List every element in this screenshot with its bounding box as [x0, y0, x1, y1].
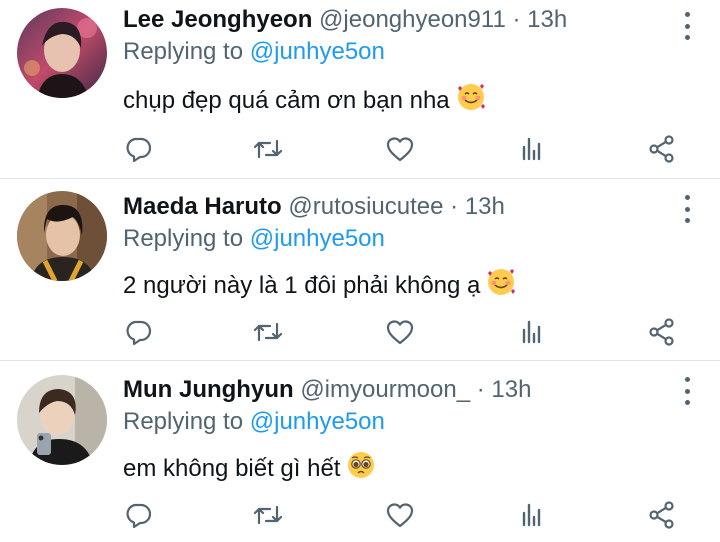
- mention-link[interactable]: @junhye5on: [250, 408, 385, 435]
- more-vertical-icon[interactable]: [682, 12, 692, 40]
- reply-text-content: 2 người này là 1 đôi phải không ạ: [123, 271, 481, 299]
- timestamp[interactable]: 13h: [527, 6, 567, 33]
- reply-item[interactable]: Maeda Haruto @rutosiucutee · 13h Replyin…: [0, 179, 720, 360]
- reply-item[interactable]: Lee Jeonghyeon @jeonghyeon911 · 13h Repl…: [0, 0, 720, 178]
- reply-text-content: chụp đẹp quá cảm ơn bạn nha: [123, 86, 450, 114]
- reply-text: chụp đẹp quá cảm ơn bạn nha: [123, 82, 680, 121]
- smiling-face-with-hearts-icon: [456, 82, 486, 121]
- separator-dot: ·: [450, 193, 459, 220]
- avatar[interactable]: [17, 8, 107, 98]
- mention-link[interactable]: @junhye5on: [250, 38, 385, 65]
- share-icon[interactable]: [646, 133, 678, 165]
- reply-text: 2 người này là 1 đôi phải không ạ: [123, 267, 680, 306]
- reply-icon[interactable]: [122, 133, 154, 165]
- separator-dot: ·: [476, 376, 485, 403]
- author-handle[interactable]: @rutosiucutee: [288, 193, 443, 220]
- author-name[interactable]: Lee Jeonghyeon: [123, 6, 312, 33]
- action-bar: [0, 133, 720, 165]
- smiling-face-with-hearts-icon: [486, 267, 516, 306]
- timestamp[interactable]: 13h: [491, 376, 531, 403]
- reply-item[interactable]: Mun Junghyun @imyourmoon_ · 13h Replying…: [0, 361, 720, 542]
- replying-to-line: Replying to @junhye5on: [123, 406, 680, 438]
- replying-to-line: Replying to @junhye5on: [123, 36, 680, 68]
- heart-icon[interactable]: [384, 133, 416, 165]
- author-name[interactable]: Mun Junghyun: [123, 376, 294, 403]
- replying-to-line: Replying to @junhye5on: [123, 223, 680, 255]
- more-vertical-icon[interactable]: [682, 195, 692, 223]
- replying-prefix: Replying to: [123, 225, 244, 252]
- share-icon[interactable]: [646, 499, 678, 531]
- analytics-icon[interactable]: [516, 133, 548, 165]
- author-name[interactable]: Maeda Haruto: [123, 193, 282, 220]
- avatar[interactable]: [17, 191, 107, 281]
- retweet-icon[interactable]: [252, 316, 284, 348]
- share-icon[interactable]: [646, 316, 678, 348]
- reply-icon[interactable]: [122, 316, 154, 348]
- author-handle[interactable]: @jeonghyeon911: [319, 6, 506, 33]
- reply-text: em không biết gì hết: [123, 450, 680, 489]
- replying-prefix: Replying to: [123, 38, 244, 65]
- reply-icon[interactable]: [122, 499, 154, 531]
- timestamp[interactable]: 13h: [465, 193, 505, 220]
- analytics-icon[interactable]: [516, 316, 548, 348]
- heart-icon[interactable]: [384, 316, 416, 348]
- replying-prefix: Replying to: [123, 408, 244, 435]
- mention-link[interactable]: @junhye5on: [250, 225, 385, 252]
- retweet-icon[interactable]: [252, 133, 284, 165]
- action-bar: [0, 499, 720, 531]
- author-handle[interactable]: @imyourmoon_: [300, 376, 470, 403]
- action-bar: [0, 316, 720, 348]
- pleading-face-icon: [346, 450, 376, 489]
- avatar[interactable]: [17, 375, 107, 465]
- analytics-icon[interactable]: [516, 499, 548, 531]
- separator-dot: ·: [512, 6, 521, 33]
- reply-text-content: em không biết gì hết: [123, 454, 341, 482]
- more-vertical-icon[interactable]: [682, 377, 692, 405]
- heart-icon[interactable]: [384, 499, 416, 531]
- retweet-icon[interactable]: [252, 499, 284, 531]
